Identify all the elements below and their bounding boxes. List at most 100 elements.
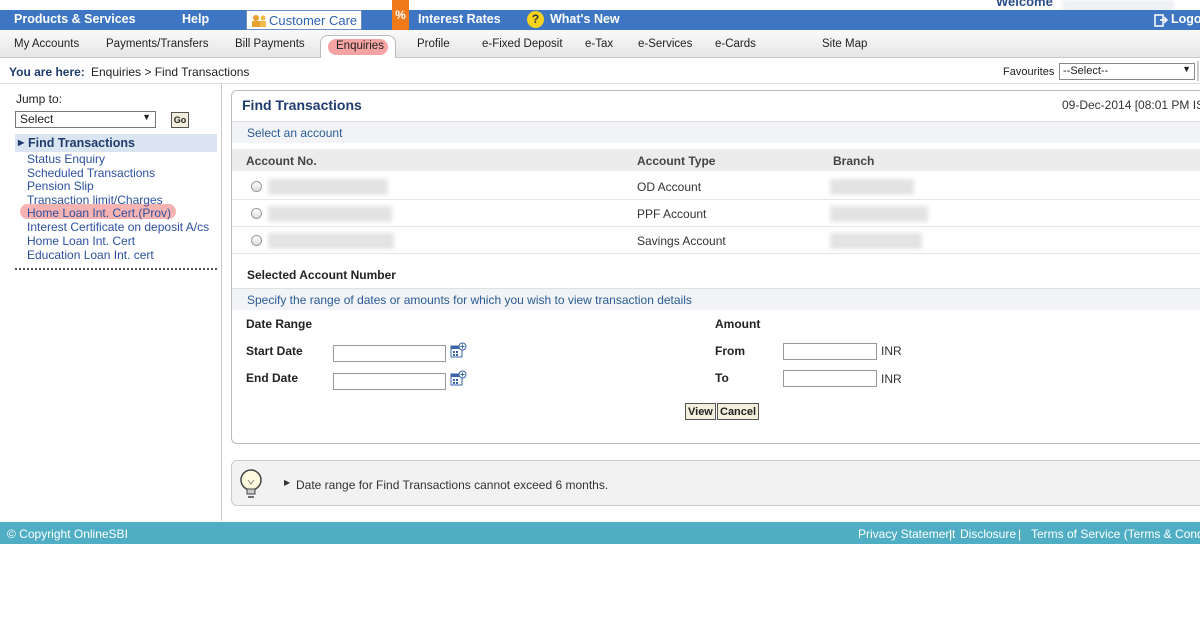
sidebar-item-home-loan-cert[interactable]: Home Loan Int. Cert	[27, 234, 135, 248]
divider: |	[1018, 527, 1022, 541]
menu-e-services[interactable]: e-Services	[638, 38, 692, 50]
logout-link[interactable]: Logo	[1171, 12, 1200, 26]
column-header-account-type: Account Type	[637, 154, 716, 168]
cancel-button[interactable]: Cancel	[717, 403, 760, 420]
favourites-select[interactable]: --Select-- ▼	[1059, 63, 1195, 80]
jump-to-selected-value: Select	[20, 112, 54, 126]
column-header-account-no: Account No.	[246, 154, 317, 168]
account-type: PPF Account	[637, 207, 707, 221]
jump-to-select[interactable]: Select ▼	[15, 111, 156, 128]
selected-account-label: Selected Account Number	[247, 268, 396, 282]
menu-enquiries[interactable]: Enquiries	[320, 35, 396, 58]
sidebar-active-label: Find Transactions	[28, 136, 135, 150]
chevron-down-icon: ▼	[1182, 64, 1191, 74]
divider: |	[949, 527, 953, 541]
main-menu: My Accounts Payments/Transfers Bill Paym…	[0, 30, 1200, 58]
help-link[interactable]: Help	[182, 12, 209, 26]
amount-from-label: From	[715, 344, 745, 358]
breadcrumb-bar: You are here: Enquiries > Find Transacti…	[0, 58, 1200, 84]
date-range-label: Date Range	[246, 317, 313, 331]
disclosure-link[interactable]: Disclosure	[960, 527, 1016, 541]
page-title: Find Transactions	[242, 97, 362, 113]
menu-payments-transfers[interactable]: Payments/Transfers	[106, 38, 208, 50]
menu-profile[interactable]: Profile	[417, 38, 450, 50]
amount-from-input[interactable]	[783, 343, 877, 360]
end-date-input[interactable]	[333, 373, 446, 390]
table-row[interactable]: Savings Account	[232, 227, 1200, 254]
top-nav-bar: Products & Services Help Customer Care %…	[0, 0, 1200, 42]
triangle-right-icon: ▶	[284, 478, 291, 487]
account-radio[interactable]	[251, 235, 262, 246]
amount-to-label: To	[715, 371, 729, 385]
menu-e-fixed-deposit[interactable]: e-Fixed Deposit	[482, 38, 563, 50]
chevron-down-icon: ▼	[142, 112, 151, 122]
go-button[interactable]: Go	[171, 112, 189, 128]
redacted-branch	[830, 179, 914, 195]
sidebar-item-status-enquiry[interactable]: Status Enquiry	[27, 152, 105, 166]
account-radio[interactable]	[251, 208, 262, 219]
footer: © Copyright OnlineSBI Privacy Statement …	[0, 522, 1200, 544]
customer-care-label: Customer Care	[269, 13, 358, 28]
redacted-branch	[830, 233, 922, 249]
sidebar-item-find-transactions[interactable]: ▶ Find Transactions	[15, 134, 217, 152]
amount-label: Amount	[715, 317, 761, 331]
triangle-right-icon: ▶	[18, 138, 25, 147]
terms-of-service-link[interactable]: Terms of Service (Terms & Conditio	[1031, 527, 1200, 541]
customer-care-button[interactable]: Customer Care	[246, 10, 362, 30]
whats-new-icon: ?	[527, 11, 544, 28]
breadcrumb-label: You are here:	[9, 65, 85, 79]
account-type: OD Account	[637, 180, 702, 194]
sidebar-item-home-loan-cert-prov[interactable]: Home Loan Int. Cert.(Prov)	[27, 206, 171, 220]
select-account-heading: Select an account	[247, 126, 343, 140]
menu-my-accounts[interactable]: My Accounts	[14, 38, 79, 50]
logout-icon[interactable]	[1154, 13, 1168, 27]
jump-to-label: Jump to:	[16, 92, 63, 106]
sidebar-item-scheduled-transactions[interactable]: Scheduled Transactions	[27, 166, 155, 180]
currency-label: INR	[881, 372, 902, 386]
left-sidebar: Jump to: Select ▼ Go ▶ Find Transactions…	[0, 84, 222, 521]
redacted-account-number	[268, 206, 392, 222]
column-header-branch: Branch	[833, 154, 875, 168]
menu-e-cards[interactable]: e-Cards	[715, 38, 756, 50]
currency-label: INR	[881, 344, 902, 358]
redacted-account-number	[268, 179, 388, 195]
calendar-icon[interactable]	[450, 370, 467, 387]
range-instruction: Specify the range of dates or amounts fo…	[247, 293, 692, 307]
welcome-text: Welcome	[996, 0, 1053, 9]
menu-site-map[interactable]: Site Map	[822, 38, 867, 50]
sidebar-item-pension-slip[interactable]: Pension Slip	[27, 179, 94, 193]
table-row[interactable]: OD Account	[232, 173, 1200, 200]
table-row[interactable]: PPF Account	[232, 200, 1200, 227]
favourites-selected-value: --Select--	[1063, 65, 1109, 77]
sidebar-item-interest-certificate[interactable]: Interest Certificate on deposit A/cs	[27, 220, 209, 234]
amount-to-input[interactable]	[783, 370, 877, 387]
whats-new-link[interactable]: What's New	[550, 12, 620, 26]
privacy-statement-link[interactable]: Privacy Statement	[858, 527, 955, 541]
start-date-input[interactable]	[333, 345, 446, 362]
datetime-stamp: 09-Dec-2014 [08:01 PM IS	[1062, 98, 1200, 112]
lightbulb-icon	[240, 469, 262, 498]
start-date-label: Start Date	[246, 344, 303, 358]
sidebar-item-transaction-limit[interactable]: Transaction limit/Charges	[27, 193, 163, 207]
account-radio[interactable]	[251, 181, 262, 192]
info-tip: ▶ Date range for Find Transactions canno…	[231, 460, 1200, 506]
copyright-text: © Copyright OnlineSBI	[7, 527, 128, 541]
sidebar-item-education-loan-cert[interactable]: Education Loan Int. cert	[27, 248, 154, 262]
menu-bill-payments[interactable]: Bill Payments	[235, 38, 305, 50]
account-type: Savings Account	[637, 234, 726, 248]
favourites-label: Favourites	[1003, 66, 1055, 78]
redacted-account-number	[268, 233, 394, 249]
view-button[interactable]: View	[685, 403, 716, 420]
find-transactions-panel: Find Transactions 09-Dec-2014 [08:01 PM …	[231, 90, 1200, 444]
end-date-label: End Date	[246, 371, 299, 385]
tip-text: Date range for Find Transactions cannot …	[296, 478, 609, 492]
menu-e-tax[interactable]: e-Tax	[585, 38, 613, 50]
interest-rates-link[interactable]: Interest Rates	[418, 12, 501, 26]
divider	[1197, 61, 1199, 81]
calendar-icon[interactable]	[450, 342, 467, 359]
products-services-link[interactable]: Products & Services	[14, 12, 136, 26]
section-header: Select an account	[232, 121, 1200, 143]
breadcrumb: Enquiries > Find Transactions	[91, 65, 250, 79]
customer-care-icon	[252, 15, 266, 27]
section-header: Specify the range of dates or amounts fo…	[232, 288, 1200, 310]
